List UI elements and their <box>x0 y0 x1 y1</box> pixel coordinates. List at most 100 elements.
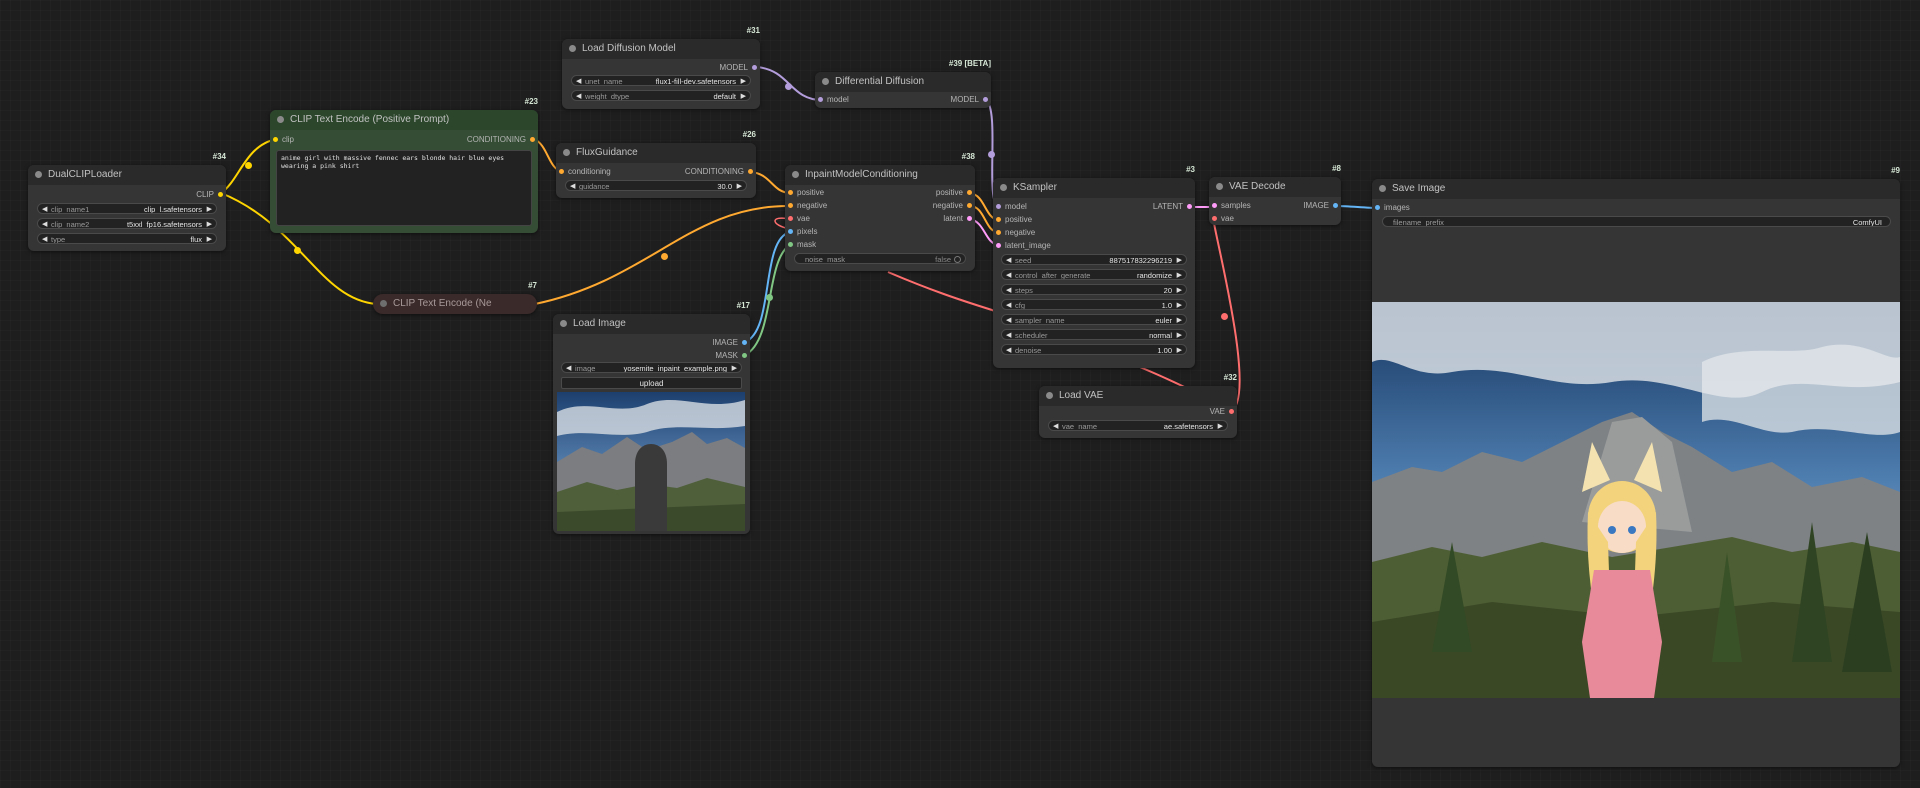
collapse-dot-icon[interactable] <box>1379 185 1386 192</box>
arrow-left-icon[interactable]: ◀ <box>42 204 47 213</box>
arrow-right-icon[interactable]: ▶ <box>1177 345 1182 354</box>
input-model[interactable]: model <box>993 201 1027 213</box>
socket-icon[interactable] <box>788 242 793 247</box>
socket-icon[interactable] <box>742 353 747 358</box>
widget-seed[interactable]: ◀ seed 887517832296219 ▶ <box>1001 254 1187 265</box>
node-title[interactable]: CLIP Text Encode (Ne <box>373 294 537 314</box>
widget-unet-name[interactable]: ◀ unet_name flux1-fill-dev.safetensors ▶ <box>571 75 751 86</box>
socket-icon[interactable] <box>967 203 972 208</box>
socket-icon[interactable] <box>218 192 223 197</box>
widget-filename-prefix[interactable]: filename_prefix ComfyUI <box>1382 216 1891 227</box>
socket-icon[interactable] <box>1187 204 1192 209</box>
input-samples[interactable]: samples <box>1209 200 1251 212</box>
output-image[interactable]: IMAGE <box>712 337 750 349</box>
arrow-right-icon[interactable]: ▶ <box>1177 315 1182 324</box>
socket-icon[interactable] <box>1229 409 1234 414</box>
node-title[interactable]: DualCLIPLoader <box>28 165 226 185</box>
reroute-dot[interactable] <box>766 294 773 301</box>
output-model[interactable]: MODEL <box>951 94 991 106</box>
socket-icon[interactable] <box>742 340 747 345</box>
arrow-left-icon[interactable]: ◀ <box>1006 345 1011 354</box>
collapse-dot-icon[interactable] <box>277 116 284 123</box>
node-ksampler[interactable]: #3 KSampler model positive negative late… <box>993 165 1195 368</box>
socket-icon[interactable] <box>530 137 535 142</box>
widget-weight-dtype[interactable]: ◀ weight_dtype default ▶ <box>571 90 751 101</box>
socket-icon[interactable] <box>967 216 972 221</box>
node-load-diffusion-model[interactable]: #31 Load Diffusion Model MODEL ◀ unet_nam… <box>562 26 760 109</box>
arrow-right-icon[interactable]: ▶ <box>741 91 746 100</box>
socket-icon[interactable] <box>788 229 793 234</box>
widget-control-after-generate[interactable]: ◀ control_after_generate randomize ▶ <box>1001 269 1187 280</box>
input-images[interactable]: images <box>1372 202 1410 214</box>
node-load-image[interactable]: #17 Load Image IMAGE MASK ◀ image yosemite… <box>553 301 750 534</box>
arrow-left-icon[interactable]: ◀ <box>1006 315 1011 324</box>
input-negative[interactable]: negative <box>785 200 827 212</box>
node-title[interactable]: KSampler <box>993 178 1195 198</box>
reroute-dot[interactable] <box>1221 313 1228 320</box>
collapse-dot-icon[interactable] <box>822 78 829 85</box>
reroute-dot[interactable] <box>988 151 995 158</box>
socket-icon[interactable] <box>967 190 972 195</box>
node-title[interactable]: Differential Diffusion <box>815 72 991 92</box>
node-vae-decode[interactable]: #8 VAE Decode samples vae IMAGE <box>1209 164 1341 225</box>
arrow-right-icon[interactable]: ▶ <box>1177 255 1182 264</box>
input-latent-image[interactable]: latent_image <box>993 240 1051 252</box>
socket-icon[interactable] <box>996 243 1001 248</box>
input-negative[interactable]: negative <box>993 227 1035 239</box>
socket-icon[interactable] <box>996 204 1001 209</box>
node-graph-canvas[interactable]: #34 DualCLIPLoader CLIP ◀ clip_name1 clip_… <box>0 0 1920 788</box>
socket-icon[interactable] <box>818 97 823 102</box>
collapse-dot-icon[interactable] <box>1216 183 1223 190</box>
arrow-right-icon[interactable]: ▶ <box>737 181 742 190</box>
socket-icon[interactable] <box>788 203 793 208</box>
node-save-image[interactable]: #9 Save Image images filename_prefix Comf… <box>1372 166 1900 767</box>
arrow-left-icon[interactable]: ◀ <box>42 234 47 243</box>
output-latent[interactable]: latent <box>943 213 975 225</box>
widget-vae-name[interactable]: ◀ vae_name ae.safetensors ▶ <box>1048 420 1228 431</box>
socket-icon[interactable] <box>996 230 1001 235</box>
node-load-vae[interactable]: #32 Load VAE VAE ◀ vae_name ae.safetensors… <box>1039 373 1237 438</box>
input-vae[interactable]: vae <box>785 213 810 225</box>
socket-icon[interactable] <box>983 97 988 102</box>
arrow-right-icon[interactable]: ▶ <box>1177 285 1182 294</box>
arrow-left-icon[interactable]: ◀ <box>1006 255 1011 264</box>
arrow-left-icon[interactable]: ◀ <box>1006 270 1011 279</box>
toggle-knob-icon[interactable] <box>954 256 961 263</box>
arrow-left-icon[interactable]: ◀ <box>1006 330 1011 339</box>
widget-scheduler[interactable]: ◀ scheduler normal ▶ <box>1001 329 1187 340</box>
node-title[interactable]: Load Diffusion Model <box>562 39 760 59</box>
socket-icon[interactable] <box>1212 203 1217 208</box>
collapse-dot-icon[interactable] <box>563 149 570 156</box>
arrow-right-icon[interactable]: ▶ <box>207 219 212 228</box>
input-vae[interactable]: vae <box>1209 213 1234 225</box>
input-model[interactable]: model <box>815 94 849 106</box>
widget-sampler-name[interactable]: ◀ sampler_name euler ▶ <box>1001 314 1187 325</box>
widget-denoise[interactable]: ◀ denoise 1.00 ▶ <box>1001 344 1187 355</box>
node-title[interactable]: CLIP Text Encode (Positive Prompt) <box>270 110 538 130</box>
reroute-dot[interactable] <box>661 253 668 260</box>
collapse-dot-icon[interactable] <box>35 171 42 178</box>
arrow-right-icon[interactable]: ▶ <box>741 76 746 85</box>
arrow-right-icon[interactable]: ▶ <box>207 204 212 213</box>
node-title[interactable]: Save Image <box>1372 179 1900 199</box>
reroute-dot[interactable] <box>245 162 252 169</box>
output-conditioning[interactable]: CONDITIONING <box>685 166 756 178</box>
arrow-left-icon[interactable]: ◀ <box>576 91 581 100</box>
socket-icon[interactable] <box>748 169 753 174</box>
widget-image[interactable]: ◀ image yosemite_inpaint_example.png ▶ <box>561 362 742 373</box>
socket-icon[interactable] <box>1333 203 1338 208</box>
output-clip[interactable]: CLIP <box>196 189 226 201</box>
widget-steps[interactable]: ◀ steps 20 ▶ <box>1001 284 1187 295</box>
input-positive[interactable]: positive <box>785 187 824 199</box>
arrow-left-icon[interactable]: ◀ <box>570 181 575 190</box>
input-clip[interactable]: clip <box>270 134 294 146</box>
reroute-dot[interactable] <box>785 83 792 90</box>
node-title[interactable]: Load VAE <box>1039 386 1237 406</box>
widget-cfg[interactable]: ◀ cfg 1.0 ▶ <box>1001 299 1187 310</box>
node-title[interactable]: VAE Decode <box>1209 177 1341 197</box>
arrow-right-icon[interactable]: ▶ <box>1218 421 1223 430</box>
collapse-dot-icon[interactable] <box>380 300 387 307</box>
node-title[interactable]: InpaintModelConditioning <box>785 165 975 185</box>
socket-icon[interactable] <box>559 169 564 174</box>
arrow-left-icon[interactable]: ◀ <box>1006 285 1011 294</box>
